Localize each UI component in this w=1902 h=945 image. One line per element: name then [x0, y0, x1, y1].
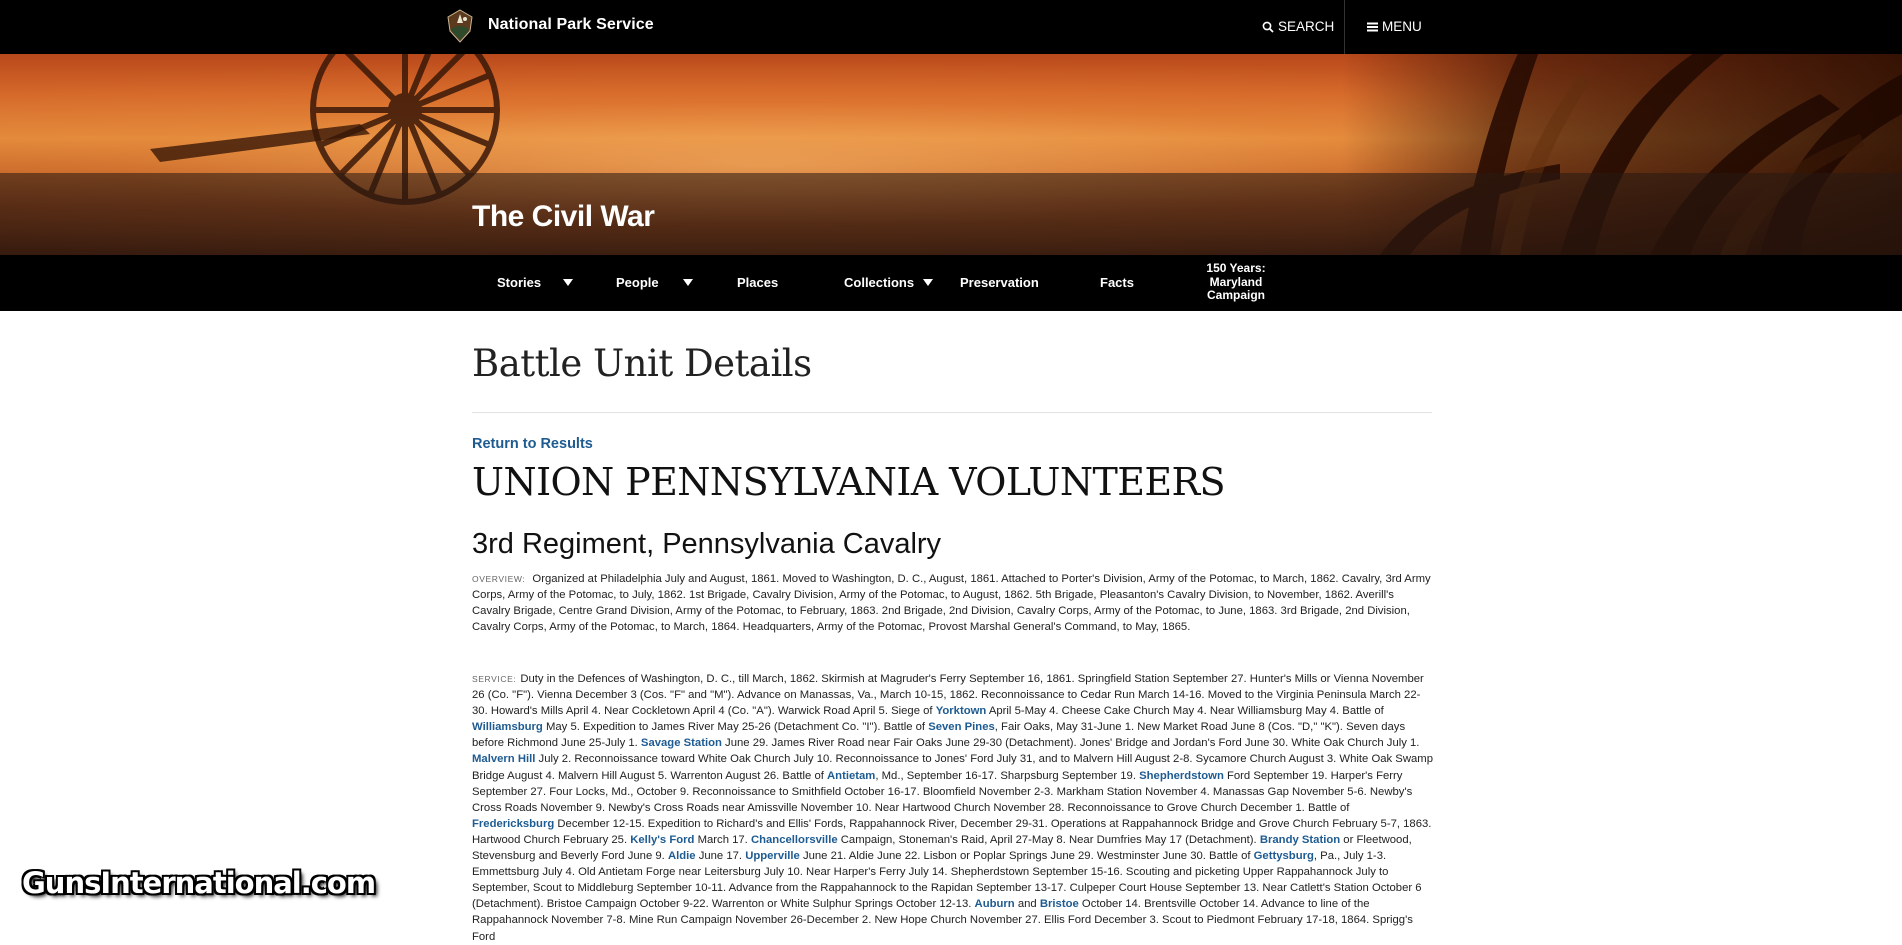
page-title: Battle Unit Details	[472, 342, 812, 385]
battle-link[interactable]: Kelly's Ford	[630, 834, 694, 846]
overview-label: OVERVIEW:	[472, 574, 526, 584]
hero-title-band	[0, 173, 1902, 255]
nav-item-stories[interactable]: Stories	[497, 275, 541, 290]
nav-item-line: Campaign	[1206, 288, 1265, 302]
battle-link[interactable]: Fredericksburg	[472, 818, 554, 830]
service-text-segment: , Md., September 16-17. Sharpsburg Septe…	[875, 769, 1140, 782]
top-bar-divider	[1344, 0, 1345, 54]
watermark-logo: GunsInternational.com	[22, 866, 376, 900]
battle-link[interactable]: Savage Station	[641, 737, 722, 749]
search-button[interactable]: SEARCH	[1262, 19, 1334, 34]
service-paragraph: SERVICE: Duty in the Defences of Washingt…	[472, 671, 1434, 945]
nav-item-preservation[interactable]: Preservation	[960, 275, 1039, 290]
battle-link[interactable]: Aldie	[668, 850, 696, 862]
service-text-segment: June 29. James River Road near Fair Oaks…	[721, 737, 1420, 750]
top-bar: National Park Service SEARCH MENU	[0, 0, 1902, 54]
battle-link[interactable]: Williamsburg	[472, 721, 543, 733]
hamburger-icon	[1367, 22, 1378, 31]
hero-banner: The Civil War	[0, 54, 1902, 255]
service-text-segment: June 21. Aldie June 22. Lisbon or Poplar…	[799, 850, 1254, 863]
nav-item-facts[interactable]: Facts	[1100, 275, 1134, 290]
search-icon	[1262, 21, 1274, 33]
battle-link[interactable]: Seven Pines	[928, 721, 995, 733]
overview-text: Organized at Philadelphia July and Augus…	[472, 573, 1431, 634]
battle-link[interactable]: Gettysburg	[1254, 850, 1314, 862]
chevron-down-icon[interactable]	[563, 279, 573, 286]
chevron-down-icon[interactable]	[923, 279, 933, 286]
nps-brand-link[interactable]: National Park Service	[488, 16, 654, 34]
nav-item-places[interactable]: Places	[737, 275, 778, 290]
service-label: SERVICE:	[472, 674, 517, 684]
service-text-segment: April 5-May 4. Cheese Cake Church May 4.…	[986, 705, 1384, 718]
menu-button[interactable]: MENU	[1367, 19, 1422, 34]
battle-link[interactable]: Malvern Hill	[472, 753, 535, 765]
overview-paragraph: OVERVIEW: Organized at Philadelphia July…	[472, 571, 1434, 635]
nav-item-line: 150 Years:	[1206, 261, 1266, 275]
service-text-segment: and	[1014, 898, 1040, 911]
nav-item-collections[interactable]: Collections	[844, 275, 914, 290]
service-text-segment: Campaign, Stoneman's Raid, April 27-May …	[837, 833, 1260, 846]
main-nav: Stories People Places Collections Preser…	[0, 255, 1902, 311]
chevron-down-icon[interactable]	[683, 279, 693, 286]
service-text-segment: June 17.	[695, 850, 746, 863]
nps-arrowhead-logo[interactable]	[447, 9, 473, 43]
battle-link[interactable]: Chancellorsville	[751, 834, 838, 846]
battle-link[interactable]: Brandy Station	[1260, 834, 1340, 846]
service-text-segment: May 5. Expedition to James River May 25-…	[542, 721, 929, 734]
battle-link[interactable]: Antietam	[827, 770, 875, 782]
service-text: Duty in the Defences of Washington, D. C…	[472, 673, 1433, 943]
service-text-segment: March 17.	[694, 833, 751, 846]
nav-item-150-years-maryland-campaign[interactable]: 150 Years: Maryland Campaign	[1196, 261, 1276, 303]
battle-link[interactable]: Upperville	[745, 850, 800, 862]
site-title[interactable]: The Civil War	[472, 200, 655, 234]
search-label: SEARCH	[1278, 19, 1335, 34]
organization-heading: UNION PENNSYLVANIA VOLUNTEERS	[472, 460, 1226, 504]
menu-label: MENU	[1382, 19, 1422, 34]
battle-link[interactable]: Bristoe	[1040, 898, 1079, 910]
battle-link[interactable]: Shepherdstown	[1139, 770, 1224, 782]
title-divider	[472, 412, 1432, 413]
battle-link[interactable]: Auburn	[975, 898, 1015, 910]
battle-link[interactable]: Yorktown	[936, 705, 987, 717]
nav-item-people[interactable]: People	[616, 275, 659, 290]
return-to-results-link[interactable]: Return to Results	[472, 436, 593, 452]
unit-heading: 3rd Regiment, Pennsylvania Cavalry	[472, 528, 942, 560]
nav-item-line: Maryland	[1209, 274, 1263, 289]
